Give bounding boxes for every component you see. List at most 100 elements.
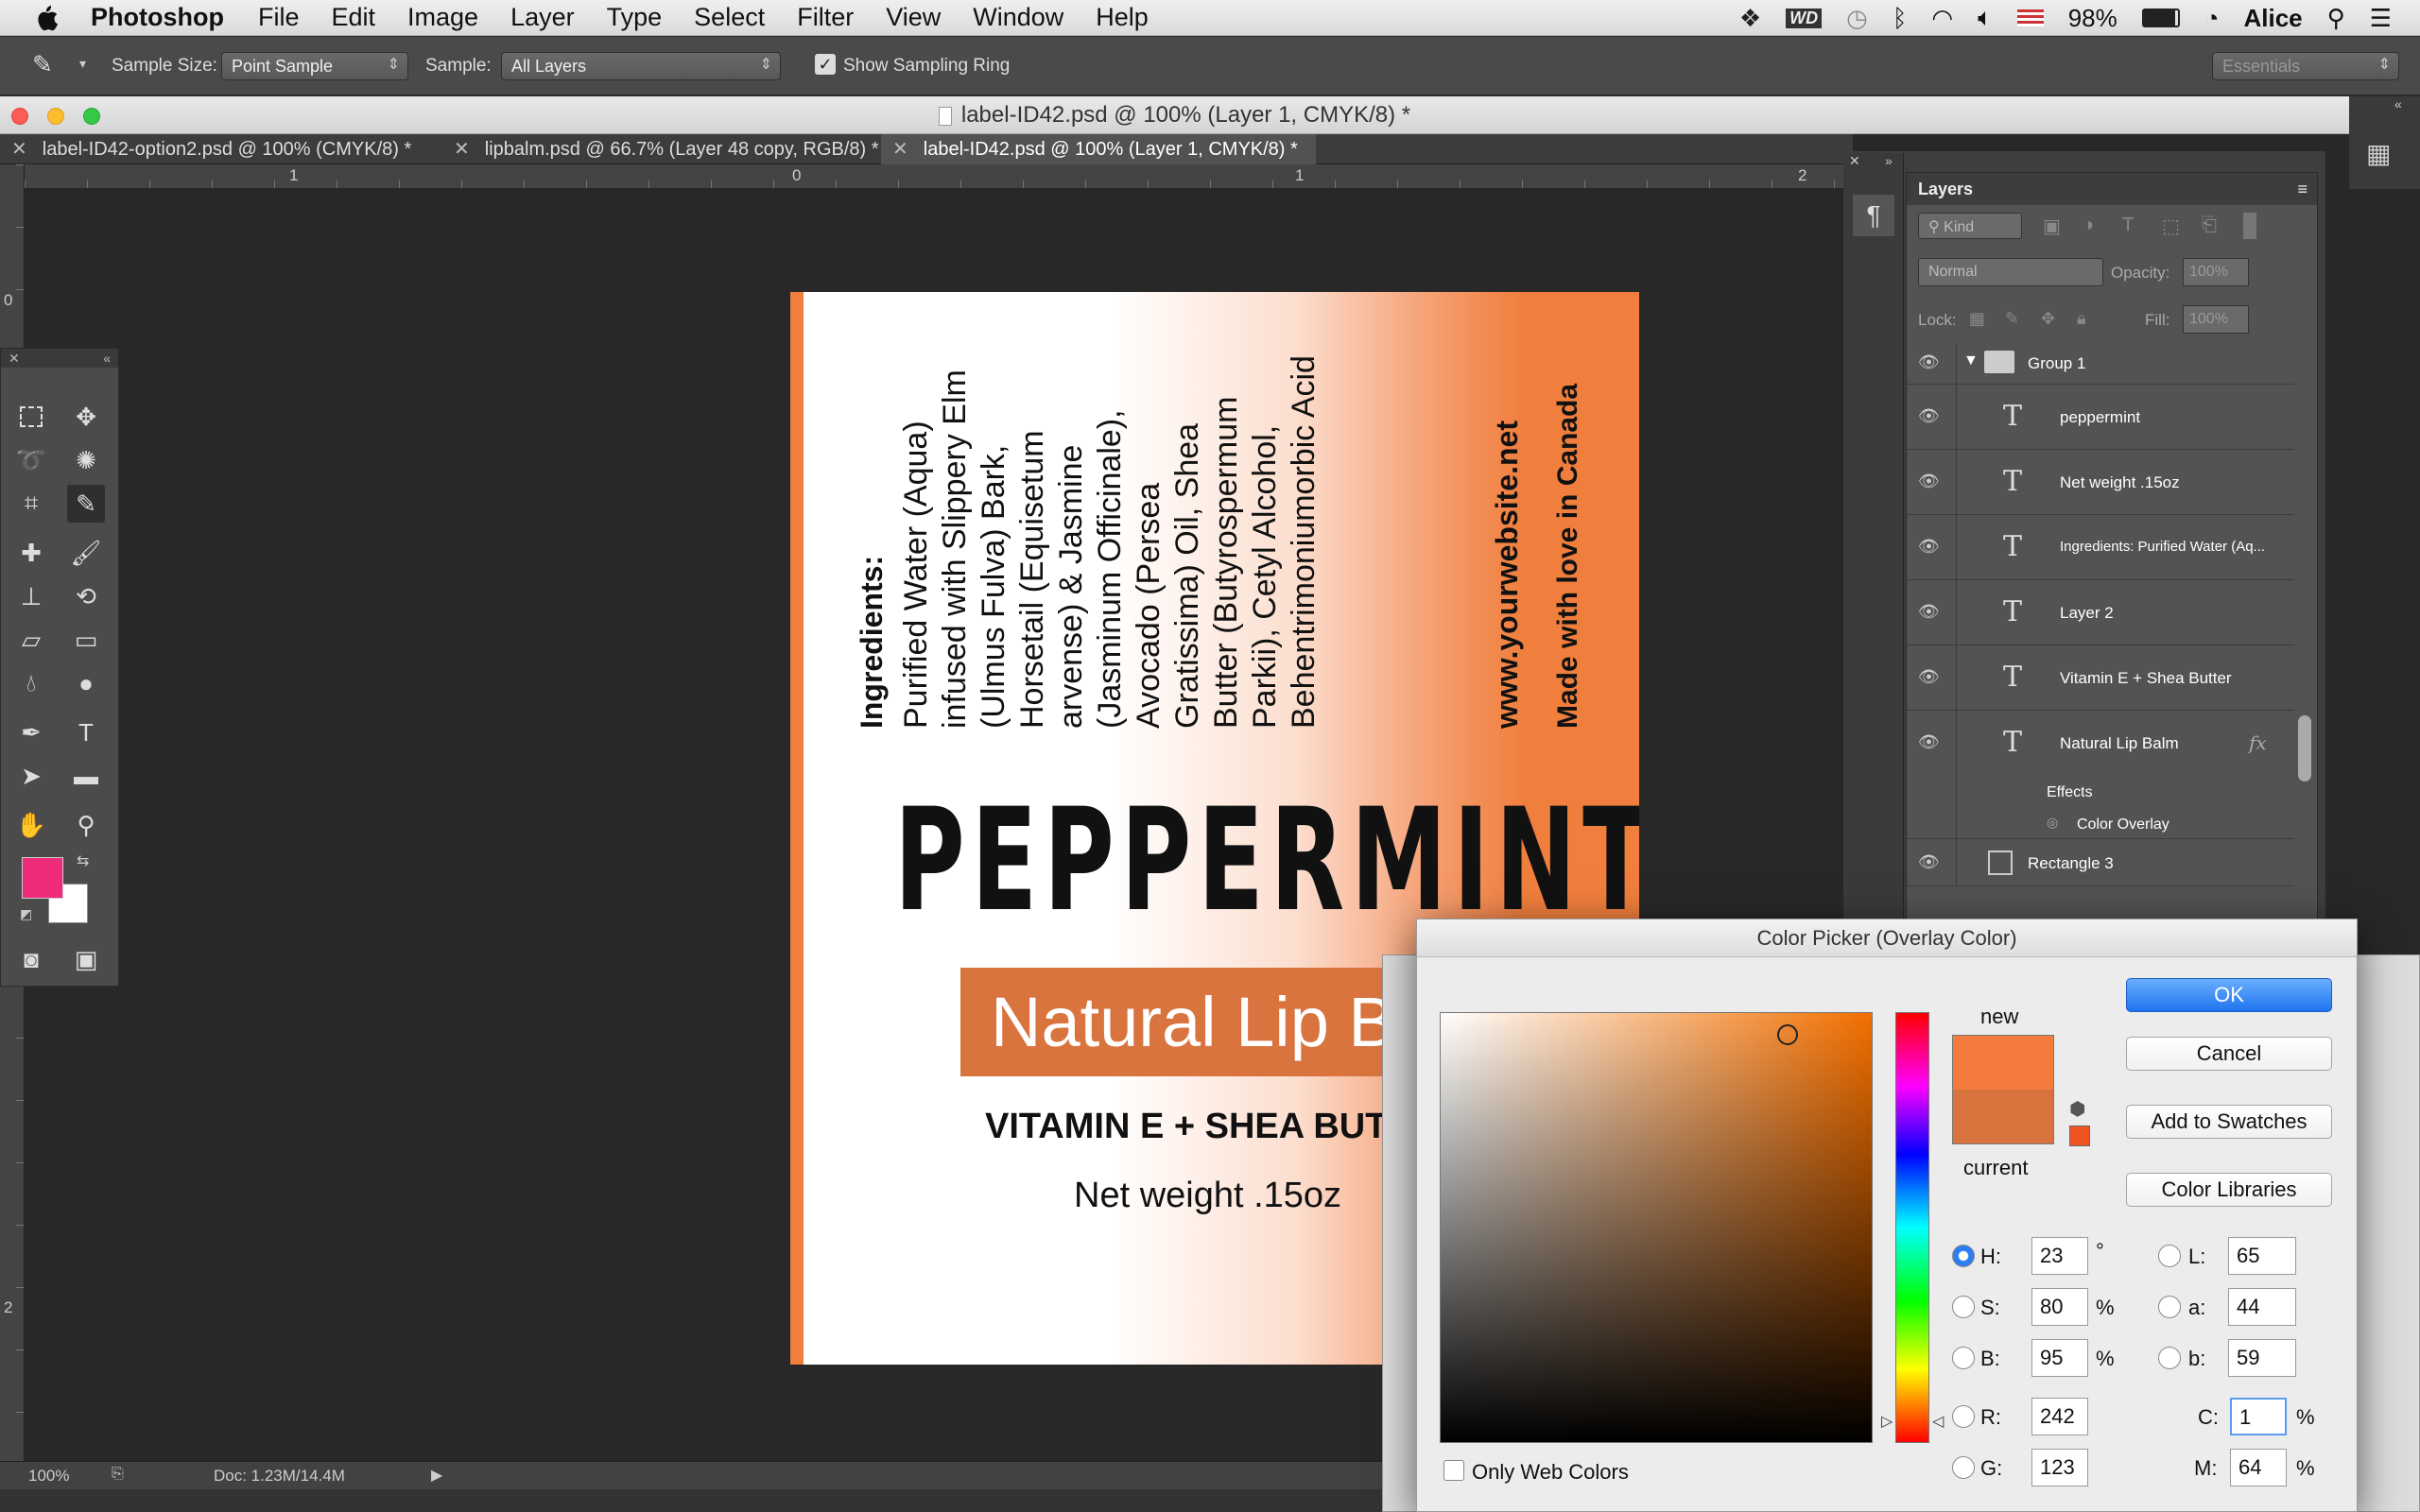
opacity-input[interactable]: 100% [2183, 258, 2249, 286]
layer-row-natural-lip-balm[interactable]: 👁︎ T Natural Lip Balm fx Effects ◎ Color … [1907, 711, 2294, 839]
layer-row[interactable]: 👁︎ T Ingredients: Purified Water (Aq... [1907, 515, 2294, 580]
show-ring-checkbox[interactable]: ✓ [815, 54, 836, 75]
time-machine-icon[interactable]: ◷ [1846, 4, 1868, 33]
menu-image[interactable]: Image [407, 3, 478, 32]
lightness-radio[interactable] [2158, 1245, 2181, 1267]
gradient-tool-icon[interactable]: ▭ [67, 621, 105, 659]
menu-help[interactable]: Help [1096, 3, 1149, 32]
collapse-toolbox-icon[interactable]: « [103, 349, 111, 368]
lock-pixels-icon[interactable]: ▦ [1969, 309, 1985, 329]
preset-dropdown-arrow[interactable]: ▾ [79, 56, 86, 72]
menu-window[interactable]: Window [973, 3, 1063, 32]
lasso-tool-icon[interactable]: ➰ [12, 441, 50, 479]
a-radio[interactable] [2158, 1296, 2181, 1318]
current-color-swatch[interactable] [1952, 1090, 2054, 1144]
default-colors-icon[interactable]: ◩ [20, 906, 32, 922]
cancel-button[interactable]: Cancel [2126, 1037, 2332, 1071]
green-radio[interactable] [1952, 1456, 1975, 1479]
visibility-eye-icon[interactable]: 👁︎ [1918, 852, 1940, 872]
layers-tab[interactable]: Layers [1918, 180, 1973, 198]
path-selection-tool-icon[interactable]: ➤ [12, 757, 50, 795]
foreground-color-swatch[interactable] [22, 857, 63, 899]
tab-label-option2[interactable]: ✕ label-ID42-option2.psd @ 100% (CMYK/8) … [0, 134, 442, 164]
healing-brush-tool-icon[interactable]: ✚ [12, 534, 50, 572]
a-field[interactable]: 44 [2228, 1288, 2296, 1326]
gamut-warning-swatch[interactable] [2069, 1125, 2090, 1146]
zoom-window-button[interactable] [83, 108, 100, 125]
saturation-brightness-field[interactable] [1440, 1012, 1873, 1443]
layer-row[interactable]: 👁︎ T Layer 2 [1907, 580, 2294, 645]
type-tool-icon[interactable]: T [67, 713, 105, 751]
zoom-level[interactable]: 100% [28, 1467, 69, 1486]
visibility-eye-icon[interactable]: 👁︎ [1918, 667, 1940, 687]
filter-type-icon[interactable]: T [2122, 215, 2134, 236]
quick-mask-icon[interactable]: ◙ [12, 940, 50, 978]
marquee-tool-icon[interactable] [12, 398, 50, 436]
visibility-eye-icon[interactable]: 👁︎ [1918, 406, 1940, 426]
b-lab-field[interactable]: 59 [2228, 1339, 2296, 1377]
lock-all-icon[interactable]: 🔒︎ [2077, 309, 2086, 329]
pen-tool-icon[interactable]: ✒ [12, 713, 50, 751]
brightness-radio[interactable] [1952, 1347, 1975, 1369]
menu-file[interactable]: File [258, 3, 300, 32]
hue-field[interactable]: 23 [2031, 1237, 2088, 1275]
flag-icon[interactable] [2016, 9, 2044, 26]
volume-icon[interactable]: 🔈︎ [1978, 3, 1993, 33]
visibility-eye-icon[interactable]: 👁︎ [1918, 472, 1940, 491]
b-lab-radio[interactable] [2158, 1347, 2181, 1369]
group-disclosure-icon[interactable]: ▼ [1963, 352, 1979, 369]
apple-icon[interactable] [34, 4, 59, 32]
saturation-radio[interactable] [1952, 1296, 1975, 1318]
add-to-swatches-button[interactable]: Add to Swatches [2126, 1105, 2332, 1139]
user-name[interactable]: Alice [2243, 4, 2302, 33]
visibility-eye-icon[interactable]: 👁︎ [1918, 537, 1940, 557]
lock-move-icon[interactable]: ✥ [2041, 309, 2055, 329]
menu-view[interactable]: View [886, 3, 941, 32]
libraries-panel-icon[interactable]: ▦ [2366, 138, 2391, 169]
layers-panel-menu-icon[interactable]: ≡ [2297, 173, 2308, 205]
visibility-eye-icon[interactable]: 👁︎ [1918, 352, 1940, 372]
eyedropper-preset-icon[interactable]: ✎ [32, 50, 53, 79]
swap-colors-icon[interactable]: ⇆ [77, 851, 89, 870]
effect-eye-icon[interactable]: ◎ [2047, 815, 2058, 831]
zoom-tool-icon[interactable]: ⚲ [67, 806, 105, 844]
close-toolbox-icon[interactable]: ✕ [9, 351, 20, 366]
lightness-field[interactable]: 65 [2228, 1237, 2296, 1275]
minimize-window-button[interactable] [47, 108, 64, 125]
expand-panel-icon[interactable]: » [1885, 153, 1893, 168]
ok-button[interactable]: OK [2126, 978, 2332, 1012]
filter-pixel-icon[interactable]: ▣ [2043, 215, 2061, 238]
menu-edit[interactable]: Edit [332, 3, 376, 32]
hand-tool-icon[interactable]: ✋ [12, 806, 50, 844]
wd-icon[interactable]: WD [1786, 8, 1823, 28]
layer-row-group[interactable]: 👁︎ ▼ Group 1 [1907, 343, 2294, 385]
history-brush-tool-icon[interactable]: ⟲ [67, 577, 105, 615]
layer-row[interactable]: 👁︎ T Net weight .15oz [1907, 450, 2294, 515]
close-tab-icon[interactable]: ✕ [454, 139, 470, 160]
filter-toggle-icon[interactable] [2243, 213, 2256, 239]
horizontal-scrollbar[interactable] [0, 1489, 1399, 1512]
cyan-field[interactable]: 1 [2230, 1398, 2287, 1435]
rectangle-tool-icon[interactable]: ▬ [67, 757, 105, 795]
crop-tool-icon[interactable]: ⌗ [12, 485, 50, 523]
menu-type[interactable]: Type [607, 3, 663, 32]
bluetooth-icon[interactable]: ᛒ [1893, 4, 1908, 33]
layer-row-rectangle[interactable]: 👁︎ Rectangle 3 [1907, 839, 2294, 886]
layer-row[interactable]: 👁︎ Tpeppermint [1907, 385, 2294, 450]
hue-slider-left-arrow[interactable]: ▷ [1881, 1412, 1893, 1431]
visibility-eye-icon[interactable]: 👁︎ [1918, 732, 1940, 752]
paragraph-panel-icon[interactable]: ¶ [1853, 195, 1894, 236]
layer-row[interactable]: 👁︎ T Vitamin E + Shea Butter [1907, 645, 2294, 711]
close-window-button[interactable] [11, 108, 28, 125]
hue-slider[interactable]: ▷ ◁ [1881, 1012, 1944, 1443]
app-menu[interactable]: Photoshop [91, 3, 224, 32]
visibility-eye-icon[interactable]: 👁︎ [1918, 602, 1940, 622]
only-web-colors-checkbox[interactable] [1443, 1460, 1464, 1481]
battery-icon[interactable] [2141, 9, 2180, 27]
close-tab-icon[interactable]: ✕ [11, 139, 27, 160]
notification-center-icon[interactable]: ☰ [2370, 4, 2392, 33]
menu-layer[interactable]: Layer [510, 3, 575, 32]
blur-tool-icon[interactable]: 💧︎ [12, 664, 50, 702]
lock-paint-icon[interactable]: ✎ [2005, 309, 2019, 329]
status-export-icon[interactable]: ⎘ [112, 1466, 124, 1483]
